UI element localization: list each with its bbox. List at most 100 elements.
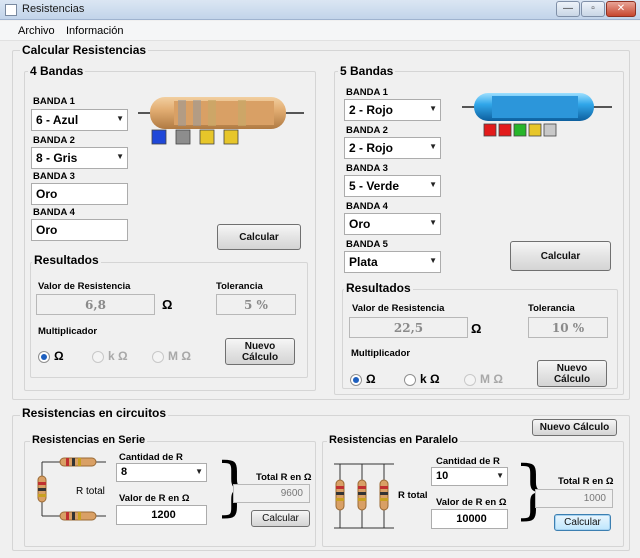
five-band5-label: BANDA 5 — [346, 239, 388, 250]
five-radio-mohm[interactable] — [464, 374, 476, 386]
four-radio-ohm[interactable] — [38, 351, 50, 363]
five-band1-select[interactable]: 2 - Rojo ▼ — [344, 99, 441, 121]
maximize-button[interactable]: ▫ — [581, 1, 605, 17]
four-band3-label: BANDA 3 — [33, 171, 75, 182]
menu-informacion[interactable]: Información — [66, 25, 123, 37]
series-calc-button[interactable]: Calcular — [251, 510, 310, 527]
four-bands-title: 4 Bandas — [28, 64, 86, 78]
band-color-swatch — [175, 129, 191, 145]
chevron-down-icon: ▼ — [429, 104, 437, 113]
series-count-select[interactable]: 8 ▼ — [116, 463, 207, 482]
parallel-value-input[interactable]: 10000 — [431, 509, 508, 529]
five-value-label: Valor de Resistencia — [352, 303, 445, 314]
window-title: Resistencias — [22, 3, 85, 15]
parallel-circuit-diagram — [334, 463, 394, 529]
five-value-field: 22,5 — [349, 317, 468, 338]
five-band2-select[interactable]: 2 - Rojo ▼ — [344, 137, 441, 159]
series-rtotal-label: R total — [76, 486, 105, 497]
four-value-unit: Ω — [162, 297, 173, 312]
four-tolerance-label: Tolerancia — [216, 281, 263, 292]
band-color-swatch — [543, 123, 557, 137]
four-band3-select[interactable]: Oro — [31, 183, 128, 205]
four-band2-select[interactable]: 8 - Gris ▼ — [31, 147, 128, 169]
four-radio-ohm-label: Ω — [54, 349, 64, 363]
band-color-swatch — [483, 123, 497, 137]
five-radio-kohm-label: k Ω — [420, 372, 440, 386]
five-calc-button[interactable]: Calcular — [510, 241, 611, 271]
circuits-title: Resistencias en circuitos — [20, 406, 169, 420]
band-color-swatch — [151, 129, 167, 145]
series-value-input[interactable]: 1200 — [116, 505, 207, 525]
four-multiplier-label: Multiplicador — [38, 326, 98, 337]
five-new-calc-button[interactable]: Nuevo Cálculo — [537, 360, 607, 387]
series-total-label: Total R en Ω — [256, 472, 312, 483]
five-tolerance-field: 10 % — [528, 317, 608, 338]
five-radio-ohm[interactable] — [350, 374, 362, 386]
chevron-down-icon: ▼ — [116, 152, 124, 161]
five-band2-label: BANDA 2 — [346, 125, 388, 136]
menu-archivo[interactable]: Archivo — [18, 25, 55, 37]
four-band4-select[interactable]: Oro — [31, 219, 128, 241]
four-band1-select[interactable]: 6 - Azul ▼ — [31, 109, 128, 131]
four-value-label: Valor de Resistencia — [38, 281, 131, 292]
five-multiplier-label: Multiplicador — [351, 348, 411, 359]
five-band4-label: BANDA 4 — [346, 201, 388, 212]
chevron-down-icon: ▼ — [429, 256, 437, 265]
parallel-count-label: Cantidad de R — [436, 456, 500, 467]
band-color-swatch — [513, 123, 527, 137]
four-band4-label: BANDA 4 — [33, 207, 75, 218]
parallel-rtotal-label: R total — [398, 490, 428, 501]
band-color-swatch — [223, 129, 239, 145]
parallel-value-label: Valor de R en Ω — [436, 497, 507, 508]
chevron-down-icon: ▼ — [496, 471, 504, 480]
four-value-field: 6,8 — [36, 294, 155, 315]
series-count-label: Cantidad de R — [119, 452, 183, 463]
series-value-label: Valor de R en Ω — [119, 493, 190, 504]
five-radio-ohm-label: Ω — [366, 372, 376, 386]
chevron-down-icon: ▼ — [429, 180, 437, 189]
five-value-unit: Ω — [471, 321, 482, 336]
four-results-title: Resultados — [32, 253, 101, 267]
four-calc-button[interactable]: Calcular — [217, 224, 301, 250]
four-radio-mohm[interactable] — [152, 351, 164, 363]
chevron-down-icon: ▼ — [429, 218, 437, 227]
band-color-swatch — [498, 123, 512, 137]
four-radio-kohm[interactable] — [92, 351, 104, 363]
app-icon — [5, 4, 17, 16]
four-radio-mohm-label: M Ω — [168, 349, 191, 363]
parallel-total-field: 1000 — [535, 489, 613, 508]
four-band2-label: BANDA 2 — [33, 135, 75, 146]
chevron-down-icon: ▼ — [429, 142, 437, 151]
series-title: Resistencias en Serie — [30, 434, 148, 446]
five-band1-label: BANDA 1 — [346, 87, 388, 98]
five-band4-select[interactable]: Oro ▼ — [344, 213, 441, 235]
five-bands-title: 5 Bandas — [338, 64, 396, 78]
four-tolerance-field: 5 % — [216, 294, 296, 315]
chevron-down-icon: ▼ — [116, 114, 124, 123]
band-color-swatch — [528, 123, 542, 137]
five-radio-mohm-label: M Ω — [480, 372, 503, 386]
circuits-new-calc-button[interactable]: Nuevo Cálculo — [532, 419, 617, 436]
five-band3-select[interactable]: 5 - Verde ▼ — [344, 175, 441, 197]
five-band5-select[interactable]: Plata ▼ — [344, 251, 441, 273]
band-color-swatch — [199, 129, 215, 145]
series-total-field: 9600 — [233, 484, 310, 503]
title-bar[interactable]: Resistencias — ▫ ✕ — [0, 0, 640, 20]
five-radio-kohm[interactable] — [404, 374, 416, 386]
minimize-button[interactable]: — — [556, 1, 580, 17]
resistor-4-band-image — [138, 97, 304, 145]
menu-bar: Archivo Información — [0, 21, 640, 41]
five-results-title: Resultados — [344, 281, 413, 295]
parallel-calc-button[interactable]: Calcular — [554, 514, 611, 531]
four-radio-kohm-label: k Ω — [108, 349, 128, 363]
parallel-count-select[interactable]: 10 ▼ — [431, 467, 508, 486]
five-band3-label: BANDA 3 — [346, 163, 388, 174]
resistor-5-band-image — [462, 93, 612, 137]
chevron-down-icon: ▼ — [195, 467, 203, 476]
parallel-total-label: Total R en Ω — [558, 476, 614, 487]
five-tolerance-label: Tolerancia — [528, 303, 575, 314]
close-button[interactable]: ✕ — [606, 1, 636, 17]
parallel-title: Resistencias en Paralelo — [327, 434, 461, 446]
calc-resistencias-title: Calcular Resistencias — [20, 43, 149, 57]
four-new-calc-button[interactable]: Nuevo Cálculo — [225, 338, 295, 365]
